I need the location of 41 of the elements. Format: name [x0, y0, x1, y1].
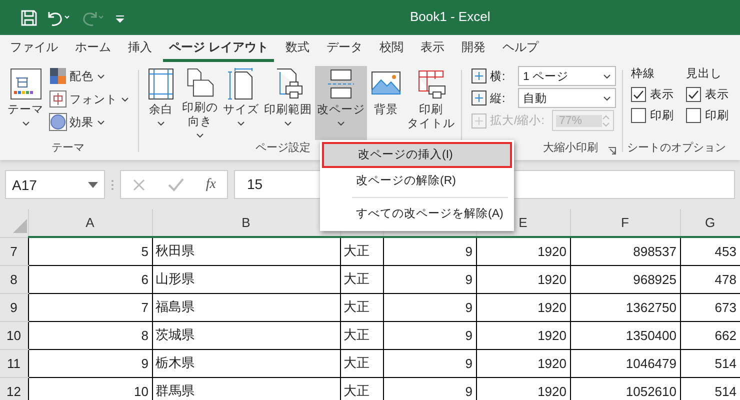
table-cell: 10	[28, 377, 152, 400]
table-cell: 9	[383, 349, 476, 377]
table-cell: 898537	[570, 237, 680, 265]
window-title: Book1 - Excel	[410, 9, 490, 24]
table-cell: 1350400	[570, 321, 680, 349]
table-cell: 9	[383, 237, 476, 265]
table-cell: 968925	[570, 265, 680, 293]
table-cell: 大正	[340, 237, 383, 265]
group-label: テーマ	[52, 142, 84, 156]
table-cell: 5	[28, 237, 152, 265]
table-cell: 大正	[340, 293, 383, 321]
table-cell: 9	[383, 293, 476, 321]
table-cell: 大正	[340, 321, 383, 349]
scale-label: 縦:	[490, 92, 506, 106]
table-cell: 福島県	[152, 293, 340, 321]
option-heading: 見出し	[686, 66, 723, 81]
scale-label: 拡大/縮小:	[490, 114, 546, 128]
table-cell: 9	[383, 321, 476, 349]
table-cell: 秋田県	[152, 237, 340, 265]
table-cell: 大正	[340, 349, 383, 377]
table-cell: 8	[28, 321, 152, 349]
table-cell: 1046479	[570, 349, 680, 377]
table-cell: 茨城県	[152, 321, 340, 349]
group-label: ページ設定	[256, 142, 310, 156]
group-label: 大縮小印刷	[543, 142, 598, 156]
table-cell: 1920	[476, 349, 570, 377]
scale-label: 横:	[490, 70, 506, 84]
option-heading: 枠線	[631, 66, 656, 81]
table-cell: 1920	[476, 237, 570, 265]
group-label: シートのオプション	[627, 142, 726, 156]
table-cell: 1920	[476, 265, 570, 293]
table-cell: 山形県	[152, 265, 340, 293]
table-cell: 6	[28, 265, 152, 293]
table-cell: 1920	[476, 293, 570, 321]
table-cell: 9	[28, 349, 152, 377]
table-cell: 1362750	[570, 293, 680, 321]
table-cell: 7	[28, 293, 152, 321]
table-cell: 9	[383, 265, 476, 293]
table-cell: 大正	[340, 265, 383, 293]
table-cell: 1920	[476, 321, 570, 349]
table-cell: 栃木県	[152, 349, 340, 377]
